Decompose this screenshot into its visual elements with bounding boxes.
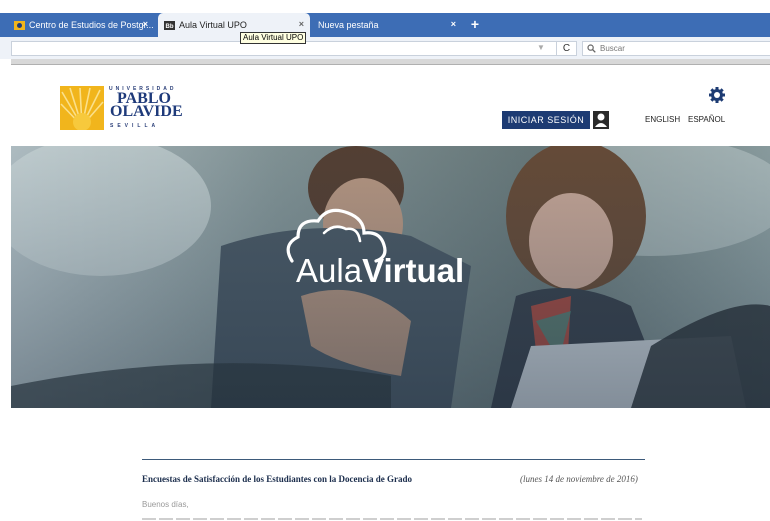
language-english-link[interactable]: ENGLISH xyxy=(645,115,680,124)
language-spanish-link[interactable]: ESPAÑOL xyxy=(688,115,725,124)
user-icon[interactable] xyxy=(593,111,609,129)
gear-icon[interactable] xyxy=(708,86,726,104)
new-tab-button[interactable]: + xyxy=(468,14,482,34)
article-date: (lunes 14 de noviembre de 2016) xyxy=(520,474,638,484)
logo-sun-emblem xyxy=(60,86,104,131)
tab-label: Aula Virtual UPO xyxy=(179,20,247,30)
tab-nueva-pestana[interactable]: Nueva pestaña × xyxy=(312,13,462,37)
search-input[interactable]: Buscar xyxy=(582,41,770,56)
tab-label: Nueva pestaña xyxy=(318,20,379,30)
brand-light: Aula xyxy=(296,252,363,289)
search-icon xyxy=(587,44,596,53)
brand-bold: Virtual xyxy=(362,252,465,289)
article-title-link[interactable]: Encuestas de Satisfacción de los Estudia… xyxy=(142,474,412,484)
svg-text:Bb: Bb xyxy=(166,24,174,30)
logo-name-line2: OLAVIDE xyxy=(110,103,183,120)
close-tab-icon[interactable]: × xyxy=(451,19,456,29)
article-body-cutoff xyxy=(142,517,642,521)
tab-label: Centro de Estudios de Postgr... xyxy=(29,20,154,30)
university-logo[interactable]: UNIVERSIDAD PABLO OLAVIDE SEVILLA xyxy=(60,86,183,132)
upo-favicon-icon xyxy=(14,20,25,30)
tab-centro-estudios[interactable]: Centro de Estudios de Postgr... × xyxy=(8,13,154,37)
section-divider xyxy=(142,459,645,460)
logo-bottom-text: SEVILLA xyxy=(110,123,160,129)
bb-favicon-icon: Bb xyxy=(164,20,175,30)
aula-virtual-wordmark: AulaVirtual xyxy=(296,252,464,290)
reload-button[interactable]: C xyxy=(556,41,577,56)
close-tab-icon[interactable]: × xyxy=(299,19,304,29)
tab-tooltip: Aula Virtual UPO xyxy=(240,32,307,44)
article-greeting: Buenos días, xyxy=(142,500,189,509)
close-tab-icon[interactable]: × xyxy=(143,19,148,29)
search-placeholder: Buscar xyxy=(600,44,625,53)
login-button[interactable]: INICIAR SESIÓN xyxy=(502,111,590,129)
bookmark-bar xyxy=(11,59,770,65)
history-dropdown-icon[interactable]: ▼ xyxy=(537,43,545,52)
